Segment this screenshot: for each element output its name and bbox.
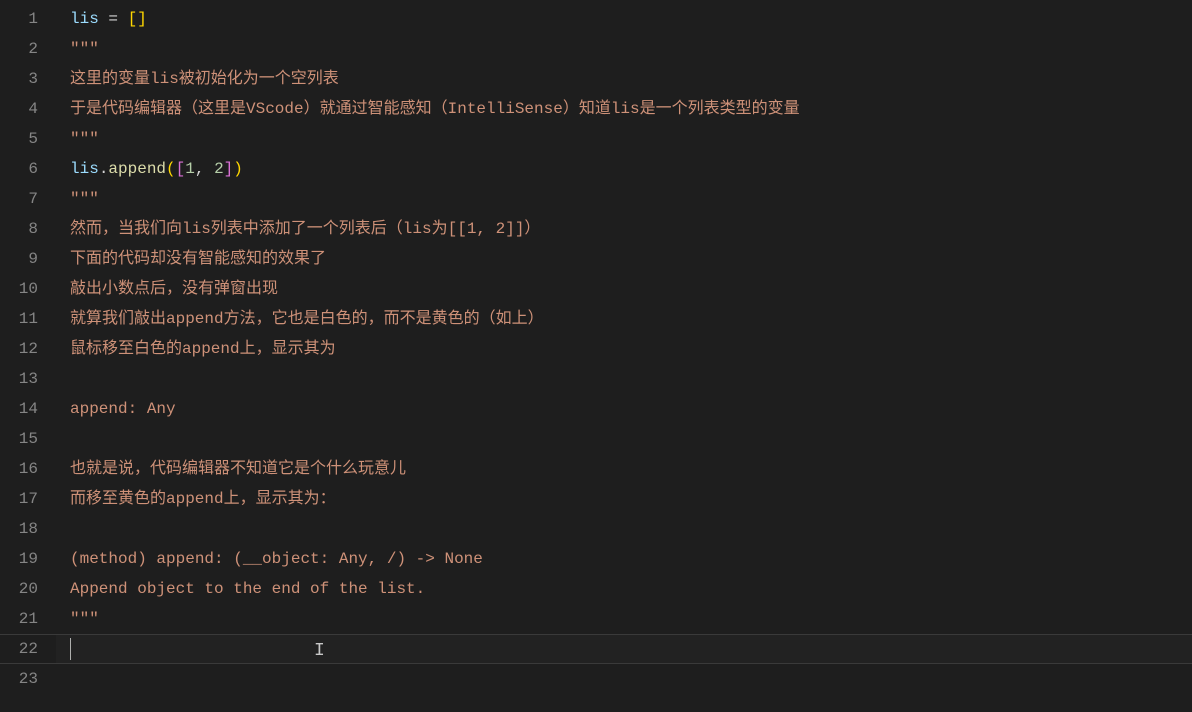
code-line[interactable]: Append object to the end of the list. — [56, 574, 1192, 604]
line-number: 21 — [0, 604, 38, 634]
variable-token: lis — [70, 160, 99, 178]
string-token: 鼠标移至白色的append上，显示其为 — [70, 340, 336, 358]
line-number: 15 — [0, 424, 38, 454]
paren-token: ( — [166, 160, 176, 178]
string-token: 下面的代码却没有智能感知的效果了 — [70, 250, 326, 268]
code-editor[interactable]: 1 2 3 4 5 6 7 8 9 10 11 12 13 14 15 16 1… — [0, 0, 1192, 712]
variable-token: lis — [70, 10, 99, 28]
line-number: 17 — [0, 484, 38, 514]
line-number: 18 — [0, 514, 38, 544]
bracket-token: ] — [137, 10, 147, 28]
line-number: 20 — [0, 574, 38, 604]
line-number: 5 — [0, 124, 38, 154]
string-token: 敲出小数点后，没有弹窗出现 — [70, 280, 278, 298]
code-line[interactable]: 也就是说，代码编辑器不知道它是个什么玩意儿 — [56, 454, 1192, 484]
line-number: 4 — [0, 94, 38, 124]
line-number: 13 — [0, 364, 38, 394]
line-number: 11 — [0, 304, 38, 334]
method-token: append — [108, 160, 166, 178]
code-line[interactable]: 这里的变量lis被初始化为一个空列表 — [56, 64, 1192, 94]
code-line[interactable]: lis = [] — [56, 4, 1192, 34]
code-line[interactable]: 于是代码编辑器（这里是VScode）就通过智能感知（IntelliSense）知… — [56, 94, 1192, 124]
code-line[interactable]: 鼠标移至白色的append上，显示其为 — [56, 334, 1192, 364]
number-token: 2 — [214, 160, 224, 178]
string-token: """ — [70, 130, 99, 148]
code-area[interactable]: lis = [] """ 这里的变量lis被初始化为一个空列表 于是代码编辑器（… — [56, 4, 1192, 712]
punct-token: . — [99, 160, 109, 178]
paren-token: ) — [233, 160, 243, 178]
code-line[interactable]: 就算我们敲出append方法，它也是白色的，而不是黄色的（如上） — [56, 304, 1192, 334]
string-token: 于是代码编辑器（这里是VScode）就通过智能感知（IntelliSense）知… — [70, 100, 800, 118]
line-number: 9 — [0, 244, 38, 274]
line-number: 16 — [0, 454, 38, 484]
bracket-token: [ — [176, 160, 186, 178]
code-line[interactable]: 敲出小数点后，没有弹窗出现 — [56, 274, 1192, 304]
string-token: (method) append: (__object: Any, /) -> N… — [70, 550, 483, 568]
code-line[interactable]: 而移至黄色的append上，显示其为： — [56, 484, 1192, 514]
line-number: 2 — [0, 34, 38, 64]
string-token: 然而，当我们向lis列表中添加了一个列表后（lis为[[1, 2]]） — [70, 220, 540, 238]
code-line[interactable] — [56, 514, 1192, 544]
line-number: 12 — [0, 334, 38, 364]
text-cursor — [70, 638, 71, 660]
line-number: 19 — [0, 544, 38, 574]
string-token: 这里的变量lis被初始化为一个空列表 — [70, 70, 339, 88]
line-number: 10 — [0, 274, 38, 304]
string-token: """ — [70, 40, 99, 58]
operator-token: = — [99, 10, 128, 28]
line-number: 1 — [0, 4, 38, 34]
bracket-token: ] — [224, 160, 234, 178]
code-line[interactable]: append: Any — [56, 394, 1192, 424]
code-line[interactable] — [56, 424, 1192, 454]
string-token: 而移至黄色的append上，显示其为： — [70, 490, 336, 508]
line-number: 3 — [0, 64, 38, 94]
code-line[interactable]: """ — [56, 184, 1192, 214]
line-number: 14 — [0, 394, 38, 424]
string-token: """ — [70, 190, 99, 208]
code-line[interactable]: 下面的代码却没有智能感知的效果了 — [56, 244, 1192, 274]
code-line[interactable]: lis.append([1, 2]) — [56, 154, 1192, 184]
line-number: 22 — [0, 634, 38, 664]
code-line[interactable]: """ — [56, 604, 1192, 634]
code-line-active[interactable] — [56, 634, 1192, 664]
line-number: 7 — [0, 184, 38, 214]
code-line[interactable] — [56, 364, 1192, 394]
code-line[interactable] — [56, 664, 1192, 694]
code-line[interactable]: """ — [56, 34, 1192, 64]
string-token: 就算我们敲出append方法，它也是白色的，而不是黄色的（如上） — [70, 310, 544, 328]
line-number: 8 — [0, 214, 38, 244]
number-token: 1 — [185, 160, 195, 178]
punct-token: , — [195, 160, 214, 178]
string-token: 也就是说，代码编辑器不知道它是个什么玩意儿 — [70, 460, 406, 478]
code-line[interactable]: 然而，当我们向lis列表中添加了一个列表后（lis为[[1, 2]]） — [56, 214, 1192, 244]
string-token: append: Any — [70, 400, 176, 418]
string-token: Append object to the end of the list. — [70, 580, 425, 598]
line-number-gutter: 1 2 3 4 5 6 7 8 9 10 11 12 13 14 15 16 1… — [0, 4, 56, 712]
line-number: 6 — [0, 154, 38, 184]
line-number: 23 — [0, 664, 38, 694]
bracket-token: [ — [128, 10, 138, 28]
code-line[interactable]: """ — [56, 124, 1192, 154]
code-line[interactable]: (method) append: (__object: Any, /) -> N… — [56, 544, 1192, 574]
string-token: """ — [70, 610, 99, 628]
